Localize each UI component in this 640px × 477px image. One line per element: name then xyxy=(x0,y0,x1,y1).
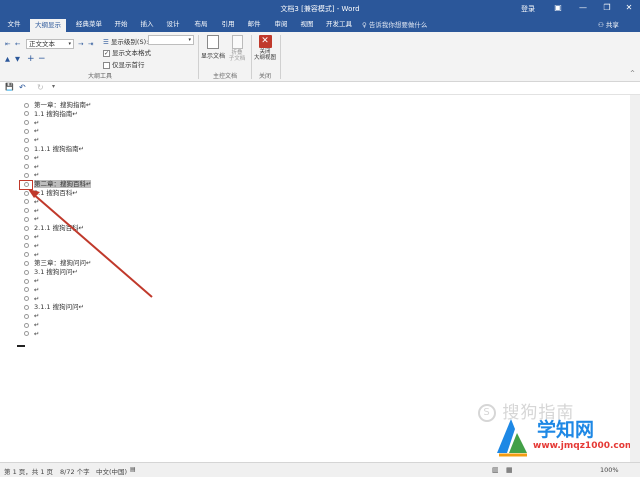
restore-button[interactable]: ❐ xyxy=(600,2,614,14)
ribbon-tabs: 文件 大纲显示 经典菜单 开始 插入 设计 布局 引用 邮件 审阅 视图 开发工… xyxy=(0,17,640,32)
ribbon-outline-tools: ⇤ ← 正文文本 ▾ → ⇥ ▲ ▼ + − ☰ 显示级别(S): ▾ ✓ 显示文… xyxy=(0,32,640,82)
proofing-icon[interactable]: ▤ xyxy=(130,466,136,473)
minimize-button[interactable]: — xyxy=(576,2,590,14)
window-title: 文档3 [兼容模式] - Word xyxy=(280,5,360,13)
chevron-down-icon: ▾ xyxy=(68,41,71,47)
ribbon-options-icon[interactable]: ▣ xyxy=(551,2,565,14)
expand-icon[interactable]: + xyxy=(27,54,35,64)
tab-layout[interactable]: 布局 xyxy=(190,19,212,32)
collapse-icon[interactable]: − xyxy=(38,54,46,64)
save-icon[interactable]: 💾 xyxy=(5,83,14,91)
redo-icon[interactable]: ↻ xyxy=(37,83,44,92)
show-level-label: ☰ 显示级别(S): xyxy=(103,38,149,46)
tell-me-search[interactable]: ♀ 告诉我你想要做什么 xyxy=(362,19,427,29)
group-divider xyxy=(198,35,199,79)
tab-file[interactable]: 文件 xyxy=(4,19,24,32)
collapse-ribbon-icon[interactable]: ^ xyxy=(630,70,635,77)
move-up-icon[interactable]: ▲ xyxy=(5,55,10,63)
collapse-subdocuments-button[interactable]: 折叠 子文档 xyxy=(227,35,247,62)
close-x-icon: ✕ xyxy=(258,35,272,48)
outline-level-select[interactable]: 正文文本 ▾ xyxy=(26,39,74,49)
tab-review[interactable]: 审阅 xyxy=(270,19,292,32)
show-first-line-checkbox[interactable]: 仅显示首行 xyxy=(103,59,145,69)
document-area[interactable]: 第一章：搜狗指南↵ 1.1 搜狗指南↵ ↵ ↵ ↵ 1.1.1 搜狗指南↵ ↵ ↵ ↵ 第二章：搜… xyxy=(0,95,640,462)
tab-view[interactable]: 视图 xyxy=(296,19,318,32)
arrow-shaft xyxy=(31,192,153,298)
checkbox-unchecked-icon xyxy=(103,61,110,69)
promote-icon[interactable]: ← xyxy=(15,40,20,48)
subdocument-icon xyxy=(231,35,243,49)
show-text-format-checkbox[interactable]: ✓ 显示文本格式 xyxy=(103,47,151,57)
promote-to-heading1-icon[interactable]: ⇤ xyxy=(5,40,10,48)
tab-insert[interactable]: 插入 xyxy=(136,19,158,32)
print-layout-icon[interactable]: ▦ xyxy=(506,466,513,474)
arrow-head-icon xyxy=(28,189,40,198)
customize-qat-icon[interactable]: ▾ xyxy=(52,83,55,90)
tab-home[interactable]: 开始 xyxy=(110,19,132,32)
title-bar: 文档3 [兼容模式] - Word 登录 ▣ — ❐ ✕ xyxy=(0,0,640,17)
tab-outline[interactable]: 大纲显示 xyxy=(30,19,66,32)
vertical-scrollbar[interactable] xyxy=(630,95,640,462)
tab-developer[interactable]: 开发工具 xyxy=(323,19,355,32)
group-divider xyxy=(280,35,281,79)
show-document-button[interactable]: 显示文档 xyxy=(201,35,225,60)
chevron-down-icon: ▾ xyxy=(188,37,191,43)
tab-design[interactable]: 设计 xyxy=(162,19,184,32)
move-down-icon[interactable]: ▼ xyxy=(15,55,20,63)
login-link[interactable]: 登录 xyxy=(521,4,535,14)
tab-references[interactable]: 引用 xyxy=(217,19,239,32)
page-count[interactable]: 第 1 页，共 1 页 xyxy=(4,466,53,476)
document-icon xyxy=(207,35,219,49)
show-level-icon: ☰ xyxy=(103,38,111,46)
checkbox-checked-icon: ✓ xyxy=(103,49,110,57)
demote-icon[interactable]: → xyxy=(78,40,83,48)
site-watermark: 学知网 www.jmqz1000.com xyxy=(493,413,634,461)
close-outline-view-button[interactable]: ✕ 关闭 大纲视图 xyxy=(253,35,277,61)
site-logo-icon xyxy=(497,419,527,457)
word-count[interactable]: 8/72 个字 xyxy=(60,466,90,476)
text-cursor xyxy=(17,345,25,347)
demote-to-body-icon[interactable]: ⇥ xyxy=(88,40,93,48)
zoom-level[interactable]: 100% xyxy=(600,466,619,474)
tab-mailings[interactable]: 邮件 xyxy=(243,19,265,32)
share-button[interactable]: ⚇ 共享 xyxy=(598,19,619,29)
read-mode-icon[interactable]: ▥ xyxy=(492,466,499,474)
master-document-group-label: 主控文档 xyxy=(212,73,237,80)
group-divider xyxy=(251,35,252,79)
close-button[interactable]: ✕ xyxy=(622,2,636,14)
quick-access-toolbar: 💾 ↶ ↻ ▾ xyxy=(0,82,640,95)
tab-classic-menu[interactable]: 经典菜单 xyxy=(72,19,106,32)
close-group-label: 关闭 xyxy=(258,73,271,80)
undo-icon[interactable]: ↶ xyxy=(19,83,26,92)
status-bar: 第 1 页，共 1 页 8/72 个字 中文(中国) ▤ ▥ ▦ 100% xyxy=(0,462,640,477)
show-level-select[interactable]: ▾ xyxy=(148,35,194,45)
language-indicator[interactable]: 中文(中国) xyxy=(96,466,127,476)
outline-tools-group-label: 大纲工具 xyxy=(87,73,112,80)
